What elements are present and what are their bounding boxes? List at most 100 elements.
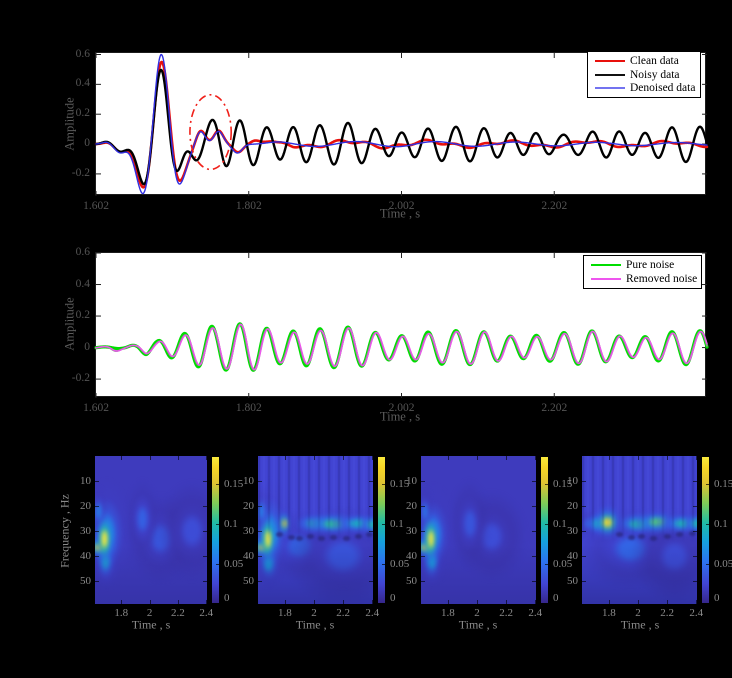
ax2-x-axis-label: Time , s xyxy=(380,410,420,425)
x-tick-label: 2.202 xyxy=(534,402,574,414)
heat-blob xyxy=(421,497,446,581)
spec-x-tick-label: 2.4 xyxy=(520,607,550,619)
heat-blob xyxy=(95,499,103,524)
heat-blob xyxy=(590,516,605,531)
bottom-shade xyxy=(258,456,373,604)
heat-blob xyxy=(262,551,275,576)
heat-blob xyxy=(258,542,271,553)
heat-blob xyxy=(421,489,432,534)
spec-y-tick xyxy=(532,556,536,557)
heat-blob xyxy=(144,516,178,561)
heat-blob xyxy=(144,461,207,601)
spec-x-tick xyxy=(372,600,373,604)
heat-blob xyxy=(426,524,436,554)
spectrogram-image xyxy=(258,456,373,604)
heat-blob xyxy=(278,529,322,564)
x-tick-label: 1.802 xyxy=(229,200,269,212)
spec-x-tick xyxy=(638,456,639,460)
spectrogram-image xyxy=(95,456,207,604)
denoising-comparison-chart: 1.6021.8022.0022.2020.60.40.20-0.2Clean … xyxy=(95,52,706,195)
heat-blob xyxy=(291,511,373,601)
spec-y-tick xyxy=(421,581,425,582)
heat-blob xyxy=(594,507,620,538)
spec-y-tick-label: 50 xyxy=(550,575,578,587)
noise-speckle xyxy=(343,536,350,541)
legend-entry: Pure noise xyxy=(584,258,701,272)
heat-blob xyxy=(689,517,697,530)
heat-blob xyxy=(95,512,114,566)
colorbar-tick xyxy=(216,604,219,605)
heat-blob xyxy=(258,541,281,586)
spec-y-tick-label: 30 xyxy=(550,525,578,537)
noise-speckle xyxy=(288,535,295,540)
spec-y-tick xyxy=(532,531,536,532)
noise-speckle xyxy=(366,532,373,537)
noise-speckle xyxy=(676,532,683,537)
spec-y-tick xyxy=(95,556,99,557)
spec-y-tick xyxy=(369,531,373,532)
y-tick-label: 0.4 xyxy=(50,278,90,290)
colorbar-tick xyxy=(216,524,219,525)
legend-label: Pure noise xyxy=(626,259,674,271)
spec-x-tick xyxy=(285,600,286,604)
spectrogram-clean: 1.822.22.4102030405000.050.10.15 xyxy=(95,456,207,604)
heat-blob xyxy=(95,537,115,557)
bottom-shade xyxy=(421,456,536,604)
x-tick-label: 2.202 xyxy=(534,200,574,212)
legend-line-swatch xyxy=(595,87,625,89)
y-tick-label: 0.4 xyxy=(50,77,90,89)
heat-blob xyxy=(134,499,151,539)
heat-blob xyxy=(302,511,365,536)
x-tick-label: 1.602 xyxy=(76,402,116,414)
spec-y-tick xyxy=(258,481,262,482)
heat-blob xyxy=(95,526,122,596)
spec-y-tick xyxy=(693,581,697,582)
heat-blob xyxy=(460,496,523,577)
spec-x-tick xyxy=(314,600,315,604)
heat-blob xyxy=(584,513,678,585)
legend-line-swatch xyxy=(591,264,621,266)
heat-blob xyxy=(258,484,291,583)
colorbar-tick-label: 0.1 xyxy=(714,518,728,530)
noise-speckle xyxy=(307,534,314,539)
spec-y-tick xyxy=(369,506,373,507)
heat-blob xyxy=(317,505,373,541)
heat-blob xyxy=(426,549,438,574)
noise-speckle xyxy=(296,536,303,541)
colorbar-tick xyxy=(382,604,385,605)
heat-blob xyxy=(258,489,270,534)
heat-blob xyxy=(365,518,373,531)
spec-x-tick xyxy=(506,456,507,460)
spec-y-tick xyxy=(258,581,262,582)
spec-y-tick xyxy=(532,481,536,482)
spec-x-tick xyxy=(314,456,315,460)
colorbar-tick xyxy=(545,524,548,525)
heat-blob xyxy=(421,537,440,557)
spec-x-tick xyxy=(206,600,207,604)
colorbar-tick xyxy=(382,524,385,525)
spec-x-tick xyxy=(343,600,344,604)
heat-blob xyxy=(258,537,277,557)
heat-blob xyxy=(258,457,303,605)
heat-blob xyxy=(421,499,429,524)
spec-y-tick xyxy=(258,556,262,557)
spec-y-tick-label: 40 xyxy=(550,550,578,562)
heat-blob xyxy=(676,505,697,541)
spec-x-tick xyxy=(506,600,507,604)
spec-y-tick-label: 20 xyxy=(389,500,417,512)
colorbar-tick xyxy=(216,484,219,485)
heat-blob xyxy=(95,497,120,581)
legend-entry: Removed noise xyxy=(584,272,701,286)
spec4-x-axis-label: Time , s xyxy=(621,618,660,633)
x-tick-label: 1.802 xyxy=(229,402,269,414)
colorbar-tick xyxy=(706,604,709,605)
spec-y-tick xyxy=(693,506,697,507)
colorbar-tick xyxy=(382,564,385,565)
heat-blob xyxy=(451,483,488,564)
heat-blob xyxy=(359,513,373,536)
spec-x-tick xyxy=(121,456,122,460)
heat-blob xyxy=(584,510,610,537)
spec-x-tick xyxy=(121,600,122,604)
heat-blob xyxy=(262,486,373,604)
heat-blob xyxy=(100,549,111,574)
